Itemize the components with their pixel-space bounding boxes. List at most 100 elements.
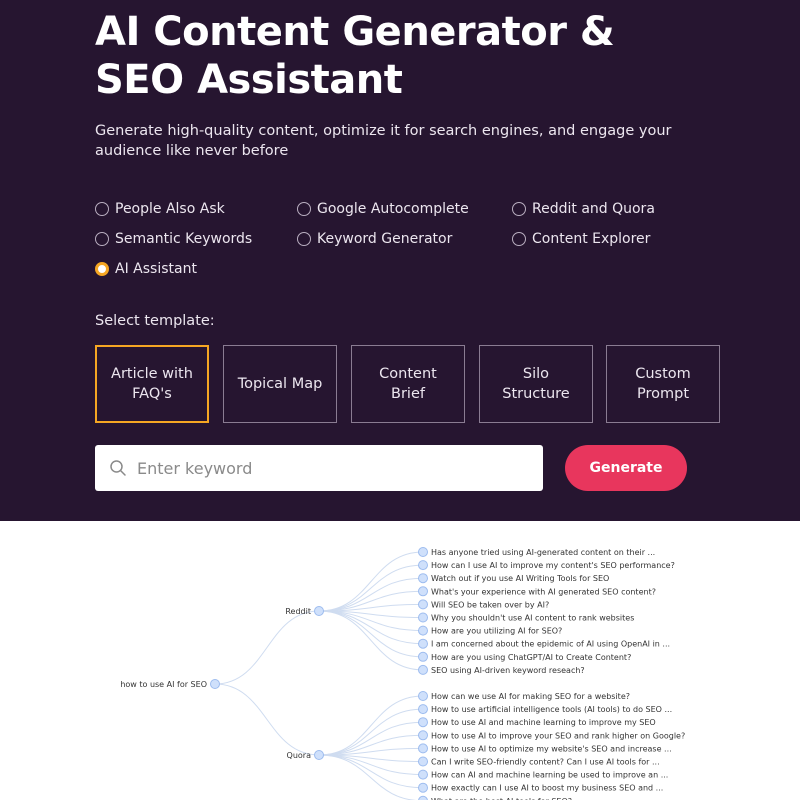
radio-circle-icon (297, 202, 311, 216)
mindmap-branch-node (314, 750, 324, 760)
mindmap-leaf-node (418, 599, 428, 610)
mindmap-link (318, 610, 424, 671)
radio-circle-icon (512, 202, 526, 216)
mindmap-leaf-node (418, 664, 428, 675)
mindmap-leaf-node (418, 730, 428, 741)
template-custom-prompt[interactable]: Custom Prompt (606, 345, 720, 423)
mindmap-leaf-label: How can AI and machine learning be used … (431, 771, 668, 780)
template-article-with-faqs[interactable]: Article with FAQ's (95, 345, 209, 423)
page-subtitle: Generate high-quality content, optimize … (95, 121, 735, 161)
mindmap-link (318, 754, 419, 800)
subtitle-line-1: Generate high-quality content, optimize … (95, 123, 672, 139)
mindmap-leaf-label: Has anyone tried using AI-generated cont… (431, 548, 655, 557)
radio-checked-icon (95, 262, 109, 276)
hero-section: AI Content Generator & SEO Assistant Gen… (0, 0, 800, 521)
select-template-label: Select template: (95, 313, 215, 329)
mindmap-leaf-node (418, 573, 428, 584)
page-title-line-1: AI Content Generator & (95, 9, 615, 55)
mindmap-diagram: how to use AI for SEO Reddit Has anyone tr… (120, 547, 685, 800)
mindmap-leaf-label: How to use AI to improve your SEO and ra… (431, 731, 685, 740)
template-label: Topical Map (237, 376, 323, 392)
mindmap-leaf-label: How to use AI and machine learning to im… (431, 718, 656, 727)
search-icon (110, 460, 126, 476)
template-label-line-1: Content (379, 366, 437, 382)
mindmap-leaf-label: Why you shouldn't use AI content to rank… (431, 614, 634, 623)
mindmap-leaf-label: How exactly can I use AI to boost my bus… (431, 784, 663, 793)
mindmap-link (214, 610, 320, 685)
radio-google-autocomplete[interactable]: Google Autocomplete (297, 199, 469, 219)
mindmap-link (318, 610, 424, 658)
mindmap-link (318, 708, 424, 756)
mindmap-link (318, 551, 424, 612)
template-label: Article with FAQ's (111, 364, 193, 404)
mindmap-root-node (210, 679, 220, 689)
mindmap-leaf-label: How can I use AI to improve my content's… (431, 561, 675, 570)
mindmap-link (214, 683, 320, 756)
mindmap-leaf-label: How can we use AI for making SEO for a w… (431, 692, 630, 701)
radio-label: Google Autocomplete (317, 201, 469, 217)
mindmap-leaf-label: How are you utilizing AI for SEO? (431, 627, 562, 636)
mindmap-link (318, 695, 424, 756)
mindmap-link (318, 577, 424, 612)
mindmap-link (318, 721, 424, 756)
template-label-line-2: FAQ's (132, 386, 172, 402)
template-label-line-2: Structure (502, 386, 570, 402)
keyword-input[interactable] (137, 458, 517, 478)
radio-circle-icon (95, 202, 109, 216)
template-label-line-1: Article with (111, 366, 193, 382)
mindmap-branch-label: Quora (287, 751, 312, 760)
radio-label: Content Explorer (532, 231, 651, 247)
page-title: AI Content Generator & SEO Assistant (95, 8, 735, 104)
template-content-brief[interactable]: Content Brief (351, 345, 465, 423)
template-label: Silo Structure (502, 364, 569, 404)
mindmap-leaf-node (418, 782, 428, 793)
mindmap-leaf-node (418, 625, 428, 636)
mindmap-leaf-label: How are you using ChatGPT/AI to Create C… (431, 653, 631, 662)
subtitle-line-2: audience like never before (95, 143, 289, 159)
template-label-line-2: Brief (391, 386, 425, 402)
mindmap-leaf-node (418, 547, 428, 557)
keyword-search-box[interactable] (95, 445, 543, 491)
mindmap-leaf-node (418, 769, 428, 780)
mindmap-leaf-label: How to use AI to optimize my website's S… (431, 744, 672, 753)
mindmap-leaf-node (418, 586, 428, 597)
page-title-line-2: SEO Assistant (95, 57, 403, 103)
radio-people-also-ask[interactable]: People Also Ask (95, 199, 225, 219)
template-label: Content Brief (379, 364, 437, 404)
template-label-line-1: Silo (522, 366, 550, 382)
mindmap-leaf-label: Can I write SEO-friendly content? Can I … (431, 758, 660, 767)
mindmap-leaf-label: Watch out if you use AI Writing Tools fo… (431, 574, 609, 583)
template-label: Custom Prompt (635, 364, 691, 404)
radio-semantic-keywords[interactable]: Semantic Keywords (95, 229, 252, 249)
mindmap-leaf-node (418, 704, 428, 715)
radio-label: AI Assistant (115, 261, 197, 277)
radio-content-explorer[interactable]: Content Explorer (512, 229, 650, 249)
mindmap-leaf-label: Will SEO be taken over by AI? (431, 600, 549, 609)
mindmap-leaf-node (418, 638, 428, 649)
mindmap-leaf-node (418, 651, 428, 662)
mindmap-link (318, 754, 424, 789)
mindmap-root-label: how to use AI for SEO (120, 680, 207, 689)
mindmap-leaf-node (418, 560, 428, 571)
template-silo-structure[interactable]: Silo Structure (479, 345, 593, 423)
mindmap-leaf-label: How to use artificial intelligence tools… (431, 705, 672, 714)
radio-ai-assistant[interactable]: AI Assistant (95, 259, 197, 279)
radio-circle-icon (512, 232, 526, 246)
radio-label: Keyword Generator (317, 231, 453, 247)
mindmap-leaf-node (418, 612, 428, 623)
generate-button[interactable]: Generate (565, 445, 687, 491)
radio-keyword-generator[interactable]: Keyword Generator (297, 229, 452, 249)
mindmap-leaf-node (418, 756, 428, 767)
mindmap-leaf-label: SEO using AI-driven keyword reseach? (431, 666, 585, 675)
mindmap-leaf-label: I am concerned about the epidemic of AI … (431, 640, 670, 649)
radio-label: Reddit and Quora (532, 201, 655, 217)
radio-circle-icon (95, 232, 109, 246)
mindmap-link (318, 564, 424, 612)
mindmap-branch-label: Reddit (285, 607, 311, 616)
mindmap-leaf-node (418, 795, 428, 800)
radio-reddit-and-quora[interactable]: Reddit and Quora (512, 199, 655, 219)
mindmap-link (318, 610, 424, 645)
radio-label: Semantic Keywords (115, 231, 253, 247)
template-label-line-2: Prompt (636, 386, 690, 402)
template-topical-map[interactable]: Topical Map (223, 345, 337, 423)
